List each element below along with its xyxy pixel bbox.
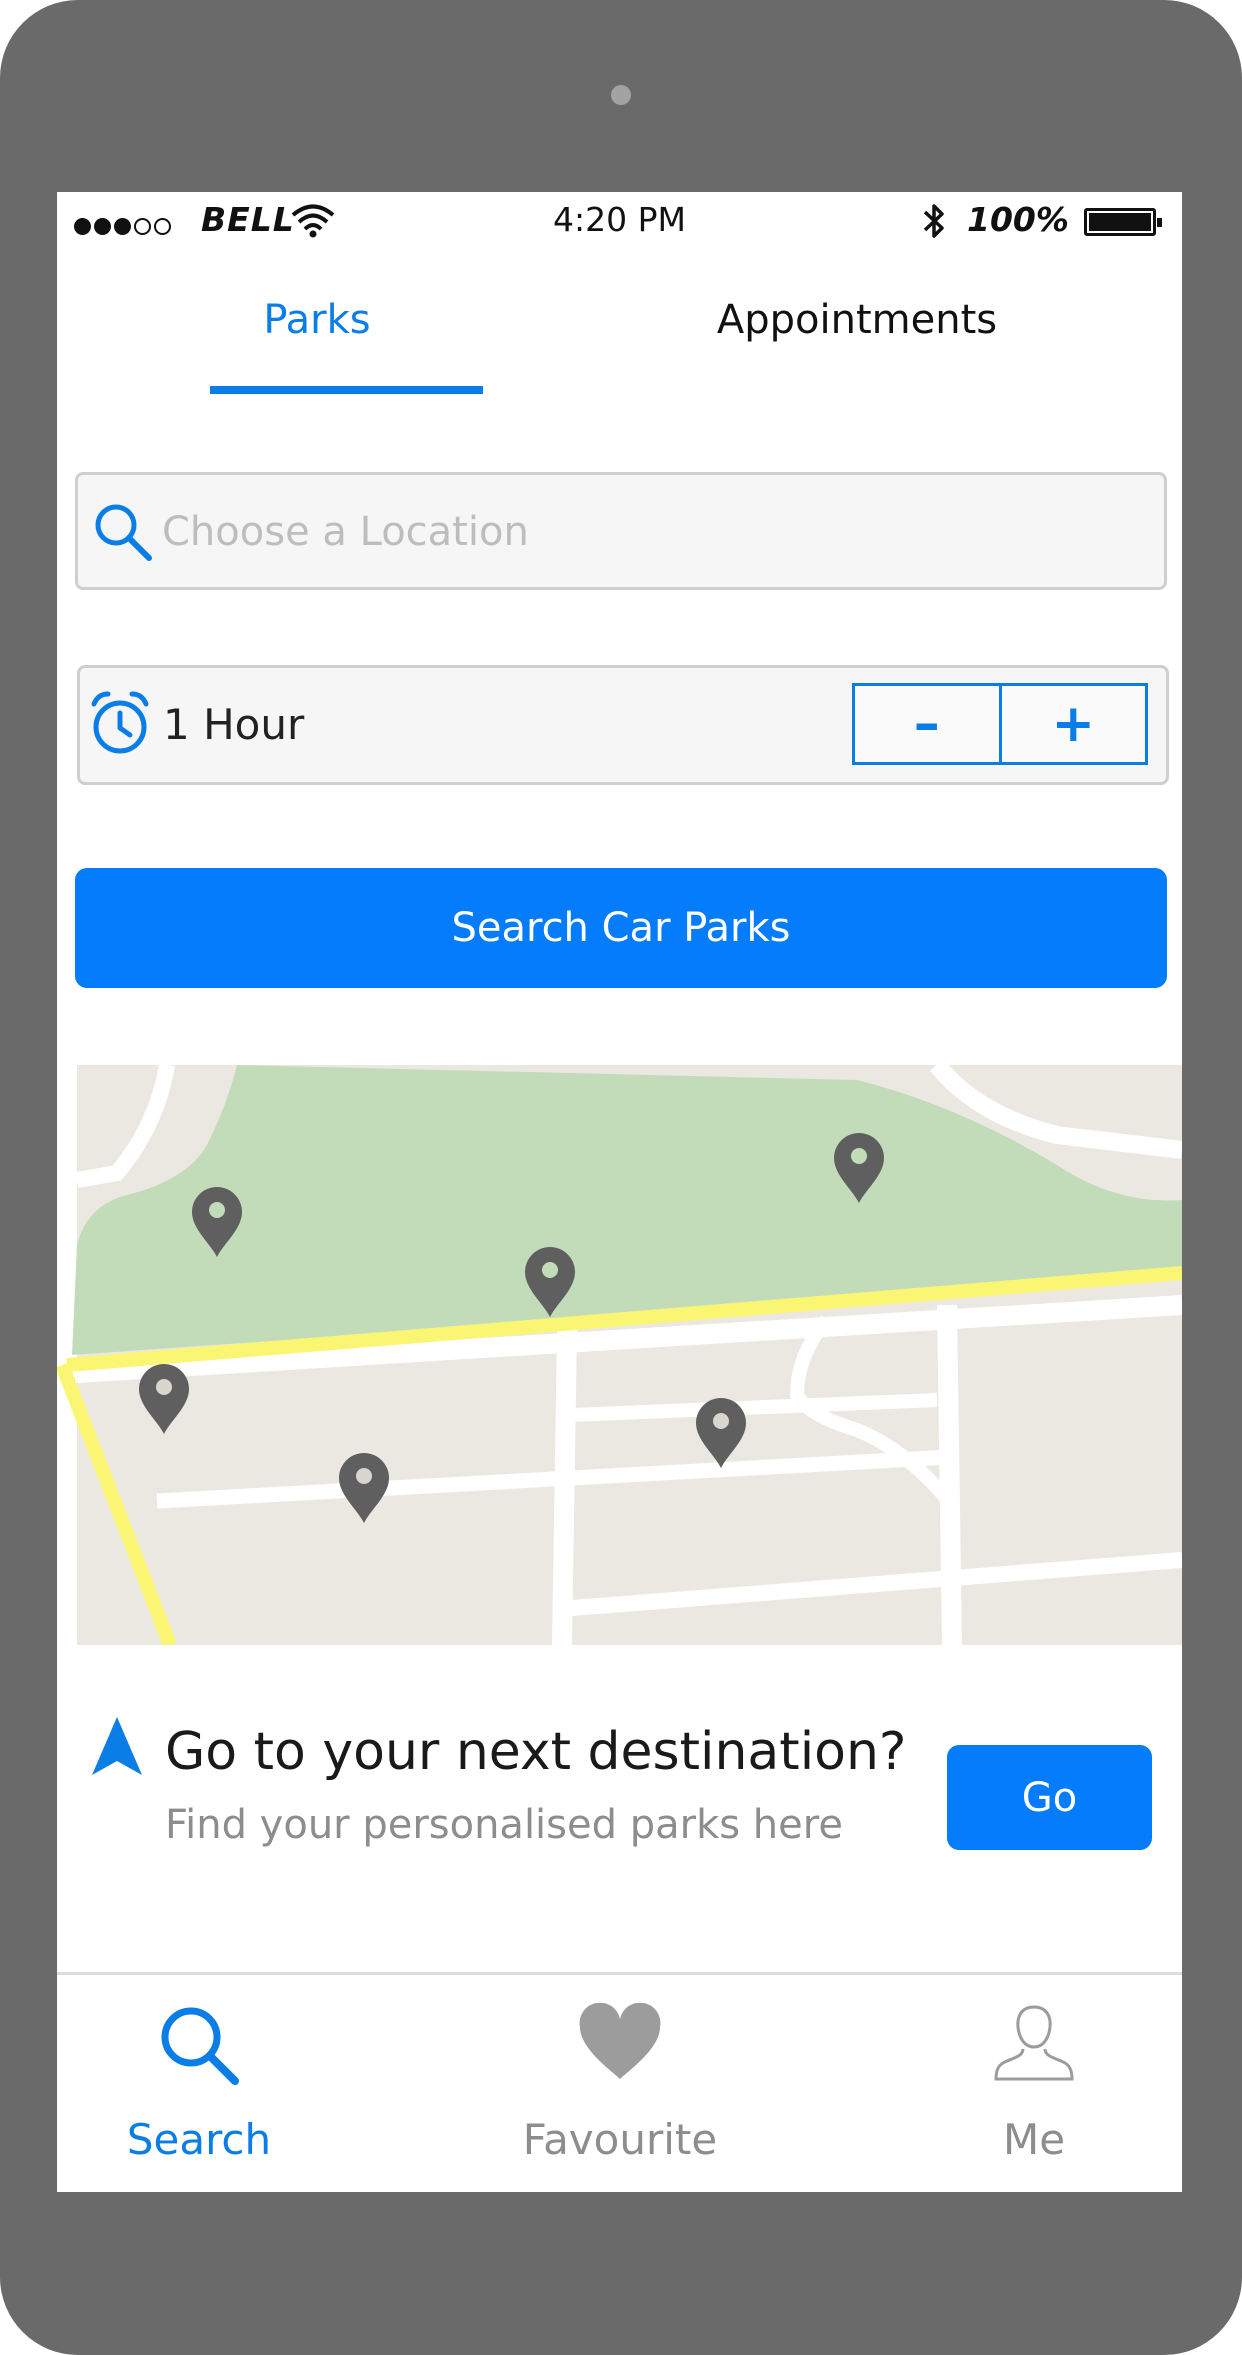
nav-item-favourite[interactable]: Favourite [490, 1975, 750, 2190]
location-search-field[interactable] [75, 472, 1167, 590]
status-bar: BELL 4:20 PM 100% [57, 192, 1182, 252]
battery-icon [1084, 208, 1162, 236]
decrement-button[interactable]: – [855, 686, 1002, 762]
camera-dot [611, 85, 631, 105]
nav-item-me[interactable]: Me [904, 1975, 1164, 2190]
active-tab-indicator [210, 386, 483, 394]
duration-field: 1 Hour – + [77, 665, 1169, 785]
search-icon [69, 2003, 329, 2087]
alarm-clock-icon [88, 690, 152, 760]
search-car-parks-button[interactable]: Search Car Parks [75, 868, 1167, 988]
map-pin-icon[interactable] [137, 1362, 191, 1436]
destination-title: Go to your next destination? [165, 1722, 907, 1782]
duration-stepper: – + [852, 683, 1148, 765]
bottom-nav: Search Favourite Me [57, 1972, 1182, 2192]
user-icon [904, 2003, 1164, 2083]
battery-percent: 100% [967, 200, 1069, 239]
duration-value: 1 Hour [163, 700, 305, 749]
search-icon [92, 501, 154, 567]
tab-parks[interactable]: Parks [217, 297, 417, 343]
map-pin-icon[interactable] [337, 1451, 391, 1525]
increment-button[interactable]: + [1002, 686, 1146, 762]
map-view[interactable] [57, 1059, 1182, 1648]
nav-item-search[interactable]: Search [69, 1975, 329, 2190]
map-pin-icon[interactable] [190, 1185, 244, 1259]
nav-label-search: Search [126, 2115, 272, 2164]
bluetooth-icon [920, 202, 948, 248]
destination-subtitle: Find your personalised parks here [165, 1802, 843, 1848]
nav-label-me: Me [1002, 2115, 1066, 2164]
go-button[interactable]: Go [947, 1745, 1152, 1850]
nav-label-favourite: Favourite [522, 2115, 718, 2164]
phone-frame: BELL 4:20 PM 100% Parks Appointments Cho… [0, 0, 1242, 2355]
navigation-arrow-icon [90, 1715, 144, 1781]
map-pin-icon[interactable] [694, 1396, 748, 1470]
heart-icon [490, 2003, 750, 2081]
map-pin-icon[interactable] [832, 1131, 886, 1205]
tab-appointments[interactable]: Appointments [707, 297, 1007, 343]
map-pin-icon[interactable] [523, 1245, 577, 1319]
location-input[interactable] [160, 497, 1064, 567]
app-screen: BELL 4:20 PM 100% Parks Appointments Cho… [57, 192, 1182, 2192]
